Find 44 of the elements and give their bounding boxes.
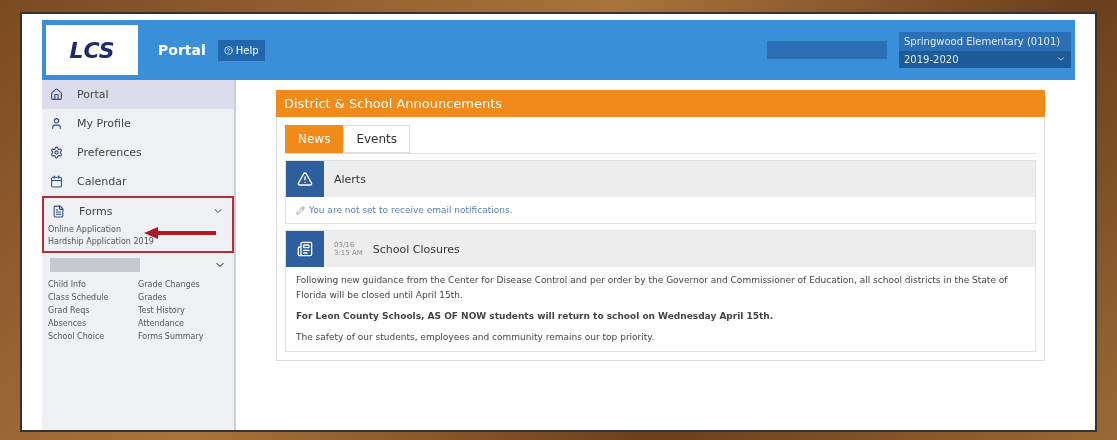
student-link[interactable]: Absences xyxy=(48,318,138,330)
warning-icon xyxy=(297,171,313,187)
school-name: Springwood Elementary (0101) xyxy=(903,35,1062,49)
tab[interactable]: Events xyxy=(343,125,411,153)
year-select[interactable]: 2019-2020 xyxy=(899,51,1071,68)
sidebar-item[interactable]: Portal xyxy=(42,80,234,109)
student-link[interactable]: Grad Reqs xyxy=(48,305,138,317)
blurred-user-menu[interactable] xyxy=(767,41,887,59)
sidebar-item[interactable]: My Profile xyxy=(42,109,234,138)
arrow-annotation xyxy=(144,227,216,239)
student-link[interactable]: Class Schedule xyxy=(48,292,138,304)
help-button[interactable]: Help xyxy=(217,39,265,61)
logo: LCS xyxy=(46,25,138,75)
post-paragraph: The safety of our students, employees and community remains our top priority. xyxy=(296,331,656,344)
newspaper-icon xyxy=(297,241,313,257)
card-title: School Closures xyxy=(372,242,460,256)
student-link[interactable]: Child Info xyxy=(48,279,138,291)
post-paragraph: For Leon County Schools, AS OF NOW students will return to school on Wednesday April 15th. xyxy=(296,310,775,323)
document-icon xyxy=(52,204,65,218)
panel-title: District & School Announcements xyxy=(276,90,1045,117)
student-link[interactable]: School Choice xyxy=(48,331,138,343)
student-link[interactable]: Forms Summary xyxy=(138,331,228,343)
caret-icon xyxy=(1056,54,1066,64)
sidebar-item[interactable]: Preferences xyxy=(42,138,234,167)
user-icon xyxy=(50,117,63,130)
blurred-section-label[interactable] xyxy=(50,258,140,272)
forms-item[interactable]: Forms xyxy=(48,198,228,224)
alert-message: You are not set to receive email notifications. xyxy=(309,205,513,215)
sidebar-item[interactable]: Calendar xyxy=(42,167,234,196)
student-link[interactable]: Grade Changes xyxy=(138,279,228,291)
card-title: Alerts xyxy=(334,172,366,186)
form-link[interactable]: Hardship Application 2019 xyxy=(48,236,228,248)
home-icon xyxy=(50,88,63,101)
student-link[interactable]: Test History xyxy=(138,305,228,317)
pencil-icon xyxy=(296,205,305,215)
help-icon xyxy=(223,45,233,55)
school-selector[interactable]: Springwood Elementary (0101) 2019-2020 xyxy=(899,32,1071,68)
post-paragraph: Following new guidance from the Center for Disease Control and per order by the Governor and Commissioner of Education, all school districts in the State of Florida will be closed until April 15th. xyxy=(296,274,1009,302)
calendar-icon xyxy=(50,175,63,188)
student-link[interactable]: Attendance xyxy=(138,318,228,330)
portal-title: Portal xyxy=(158,42,206,58)
student-link[interactable]: Grades xyxy=(138,292,228,304)
form-link[interactable]: Online Application xyxy=(48,224,228,236)
gear-icon xyxy=(50,146,63,159)
